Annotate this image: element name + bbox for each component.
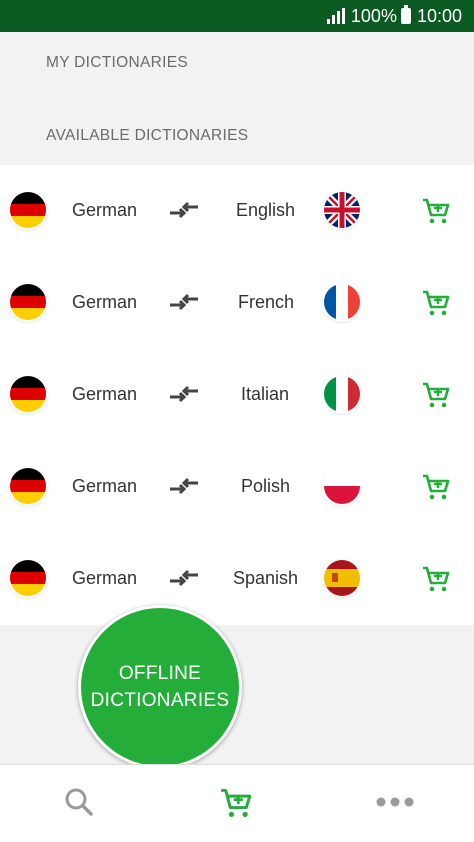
- poland-flag-icon: [324, 468, 360, 504]
- swap-icon: [170, 569, 198, 587]
- my-dictionaries-header: MY DICTIONARIES: [46, 54, 189, 71]
- target-language: French: [238, 292, 295, 312]
- dictionary-row[interactable]: German French: [0, 257, 474, 349]
- france-flag-icon: [324, 284, 360, 320]
- more-icon[interactable]: [376, 797, 414, 807]
- battery-icon: [400, 5, 411, 24]
- dictionary-row[interactable]: German Italian: [0, 349, 474, 441]
- uk-flag-icon: [324, 192, 360, 228]
- target-language: Italian: [241, 384, 290, 404]
- source-language: German: [72, 568, 138, 588]
- cart-icon[interactable]: [422, 565, 450, 593]
- dictionary-list: German English German French German Ital…: [0, 165, 474, 625]
- clock: 10:00: [416, 5, 462, 26]
- swap-icon: [170, 293, 198, 311]
- swap-icon: [170, 385, 198, 403]
- target-language: Polish: [241, 476, 291, 496]
- search-icon[interactable]: [64, 787, 94, 817]
- italy-flag-icon: [324, 376, 360, 412]
- germany-flag-icon: [10, 284, 46, 320]
- bottom-navigation: [0, 764, 474, 842]
- germany-flag-icon: [10, 192, 46, 228]
- cart-icon[interactable]: [422, 197, 450, 225]
- spain-flag-icon: [324, 560, 360, 596]
- cart-icon[interactable]: [422, 289, 450, 317]
- source-language: German: [72, 384, 138, 404]
- dictionary-row[interactable]: German English: [0, 165, 474, 257]
- available-dictionaries-header: AVAILABLE DICTIONARIES: [46, 127, 249, 144]
- swap-icon: [170, 201, 198, 219]
- dictionary-row[interactable]: German Polish: [0, 441, 474, 533]
- germany-flag-icon: [10, 468, 46, 504]
- source-language: German: [72, 200, 138, 220]
- battery-percent: 100%: [350, 5, 397, 26]
- germany-flag-icon: [10, 376, 46, 412]
- cart-icon[interactable]: [220, 787, 252, 819]
- signal-icon: [326, 8, 345, 24]
- dictionary-row[interactable]: German Spanish: [0, 533, 474, 625]
- offline-dictionaries-label: OFFLINE DICTIONARIES: [90, 663, 230, 711]
- offline-dictionaries-badge[interactable]: OFFLINE DICTIONARIES: [78, 605, 242, 769]
- germany-flag-icon: [10, 560, 46, 596]
- source-language: German: [72, 476, 138, 496]
- swap-icon: [170, 477, 198, 495]
- target-language: Spanish: [233, 568, 299, 588]
- cart-icon[interactable]: [422, 473, 450, 501]
- status-bar: 100% 10:00: [0, 0, 474, 32]
- cart-icon[interactable]: [422, 381, 450, 409]
- target-language: English: [236, 200, 296, 220]
- source-language: German: [72, 292, 138, 312]
